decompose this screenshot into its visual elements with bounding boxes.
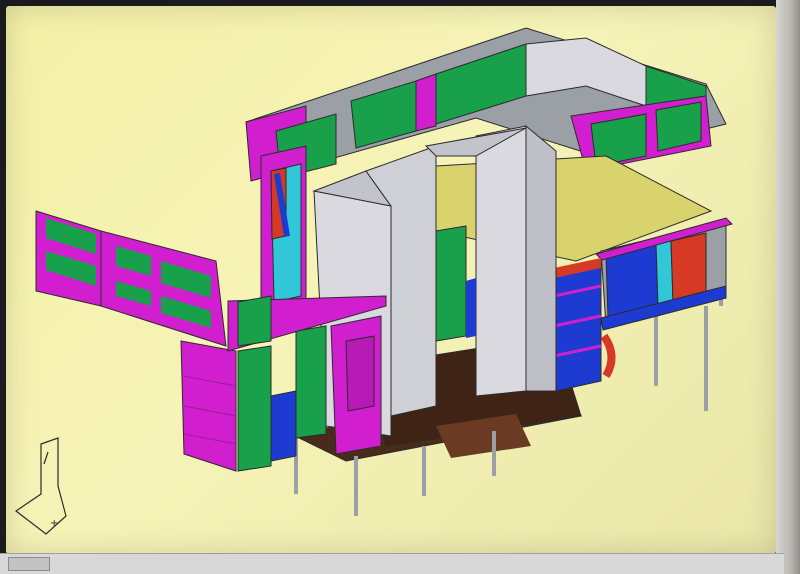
monitor-bezel bbox=[776, 0, 800, 574]
cad-viewport[interactable]: + bbox=[6, 6, 776, 554]
red-pipe bbox=[600, 333, 616, 379]
gray-wall-arch-right bbox=[475, 125, 527, 397]
front-small-cabinet-door bbox=[345, 335, 375, 412]
model-render: + bbox=[14, 27, 733, 535]
lower-green-door-2 bbox=[295, 325, 327, 439]
gray-wall-right bbox=[525, 124, 557, 392]
lower-blue-door bbox=[270, 390, 297, 462]
start-button[interactable] bbox=[8, 557, 50, 571]
lower-green-upper bbox=[237, 295, 272, 347]
back-blue-panel bbox=[466, 278, 476, 338]
lower-green-door-1 bbox=[237, 345, 272, 472]
right-bench-cyan bbox=[655, 240, 674, 307]
svg-text:+: + bbox=[50, 518, 58, 529]
ucs-axis-icon[interactable]: + bbox=[14, 437, 67, 535]
taskbar bbox=[0, 553, 784, 574]
back-green-panel bbox=[435, 225, 467, 342]
lower-left-cabinet bbox=[180, 340, 237, 472]
right-bench-red bbox=[670, 232, 707, 303]
top-shelf-magenta-2 bbox=[415, 73, 437, 132]
